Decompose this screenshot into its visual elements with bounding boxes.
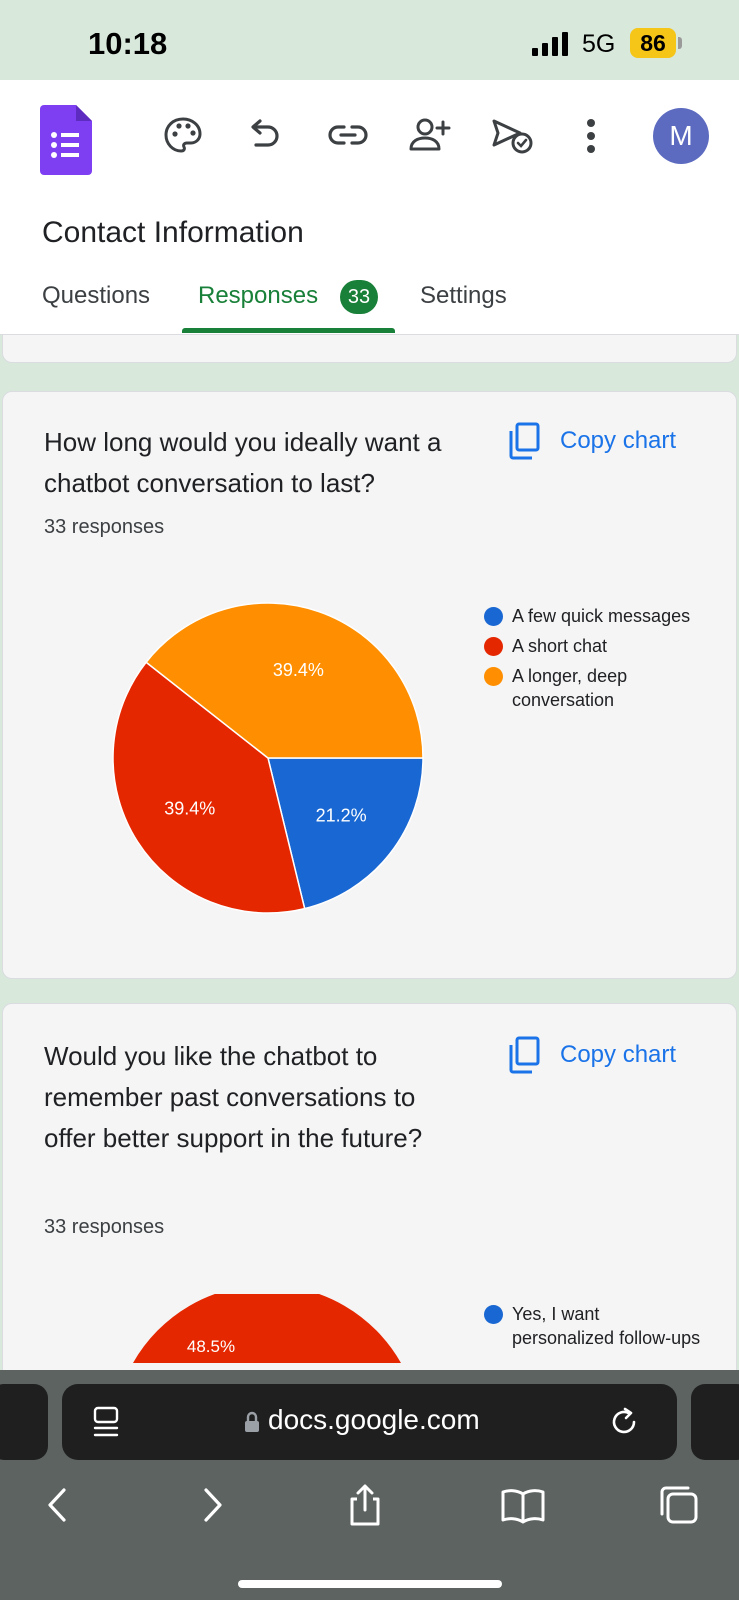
legend-item: A short chat xyxy=(484,634,704,658)
browser-toolbar: docs.google.com xyxy=(0,1370,739,1600)
lock-icon xyxy=(245,1411,259,1432)
responses-content[interactable]: How long would you ideally want a chatbo… xyxy=(0,335,739,1370)
battery-icon: 86 xyxy=(630,28,676,58)
more-options-icon[interactable] xyxy=(586,118,596,154)
active-tab-indicator xyxy=(182,328,395,333)
google-forms-logo[interactable] xyxy=(40,105,92,175)
pie-chart: 48.5% xyxy=(133,1294,401,1363)
legend-item: A longer, deep conversation xyxy=(484,664,704,712)
status-time: 10:18 xyxy=(88,26,168,61)
tab-responses[interactable]: Responses xyxy=(198,282,318,310)
question-card: Would you like the chatbot to remember p… xyxy=(2,1003,737,1370)
legend-dot xyxy=(484,1305,503,1324)
home-indicator[interactable] xyxy=(238,1580,502,1588)
form-title: Contact Information xyxy=(42,216,304,249)
send-icon[interactable] xyxy=(490,113,534,157)
add-collaborator-icon[interactable] xyxy=(408,113,452,157)
battery-tip xyxy=(678,37,682,49)
legend-label: A longer, deep conversation xyxy=(512,666,628,710)
avatar[interactable]: M xyxy=(653,108,709,164)
legend-label: Yes, I want personalized follow-ups xyxy=(512,1304,701,1348)
legend-label: A few quick messages xyxy=(512,606,691,626)
legend-dot xyxy=(484,667,503,686)
legend-item: A few quick messages xyxy=(484,604,704,628)
signal-icon xyxy=(532,32,568,56)
url-text: docs.google.com xyxy=(268,1404,480,1435)
legend-item: Yes, I want personalized follow-ups xyxy=(484,1302,704,1350)
reload-icon[interactable] xyxy=(609,1406,641,1438)
forward-icon[interactable] xyxy=(188,1482,234,1528)
copy-icon xyxy=(509,422,540,460)
palette-icon[interactable] xyxy=(161,113,205,157)
response-count: 33 responses xyxy=(44,1216,165,1238)
tabs-icon[interactable] xyxy=(656,1482,702,1528)
previous-card xyxy=(2,335,737,363)
link-icon[interactable] xyxy=(326,113,370,157)
pie-chart: 21.2% 39.4% 39.4% xyxy=(112,602,424,914)
tab-settings[interactable]: Settings xyxy=(420,282,507,310)
share-icon[interactable] xyxy=(342,1482,388,1528)
legend-dot xyxy=(484,607,503,626)
copy-chart-label: Copy chart xyxy=(560,1041,677,1068)
question-card: How long would you ideally want a chatbo… xyxy=(2,391,737,979)
slice-label: 39.4% xyxy=(164,798,215,818)
chart-legend: Yes, I want personalized follow-ups xyxy=(484,1302,704,1356)
copy-chart-button[interactable]: Copy chart xyxy=(508,1036,676,1074)
next-tab[interactable] xyxy=(691,1384,739,1460)
bookmarks-icon[interactable] xyxy=(500,1482,546,1528)
response-count: 33 responses xyxy=(44,516,165,538)
question-title: How long would you ideally want a chatbo… xyxy=(44,427,442,498)
network-label: 5G xyxy=(582,30,616,58)
previous-tab[interactable] xyxy=(0,1384,48,1460)
legend-dot xyxy=(484,637,503,656)
copy-chart-label: Copy chart xyxy=(560,427,677,454)
back-icon[interactable] xyxy=(36,1482,82,1528)
app-header: M Contact Information Questions Response… xyxy=(0,80,739,335)
undo-icon[interactable] xyxy=(242,113,286,157)
pie-slice xyxy=(133,1294,401,1363)
legend-label: A short chat xyxy=(512,636,608,656)
slice-label: 39.4% xyxy=(273,660,324,680)
slice-label: 48.5% xyxy=(187,1337,235,1356)
copy-chart-button[interactable]: Copy chart xyxy=(508,422,676,460)
tab-questions[interactable]: Questions xyxy=(42,282,150,310)
reader-mode-icon[interactable] xyxy=(92,1406,120,1438)
question-title: Would you like the chatbot to remember p… xyxy=(44,1041,423,1153)
slice-label: 21.2% xyxy=(316,805,367,825)
responses-count-badge: 33 xyxy=(340,280,378,314)
copy-icon xyxy=(509,1036,540,1074)
chart-legend: A few quick messages A short chat A long… xyxy=(484,604,704,718)
status-bar: 10:18 5G 86 xyxy=(0,0,739,80)
address-bar[interactable]: docs.google.com xyxy=(62,1384,677,1460)
